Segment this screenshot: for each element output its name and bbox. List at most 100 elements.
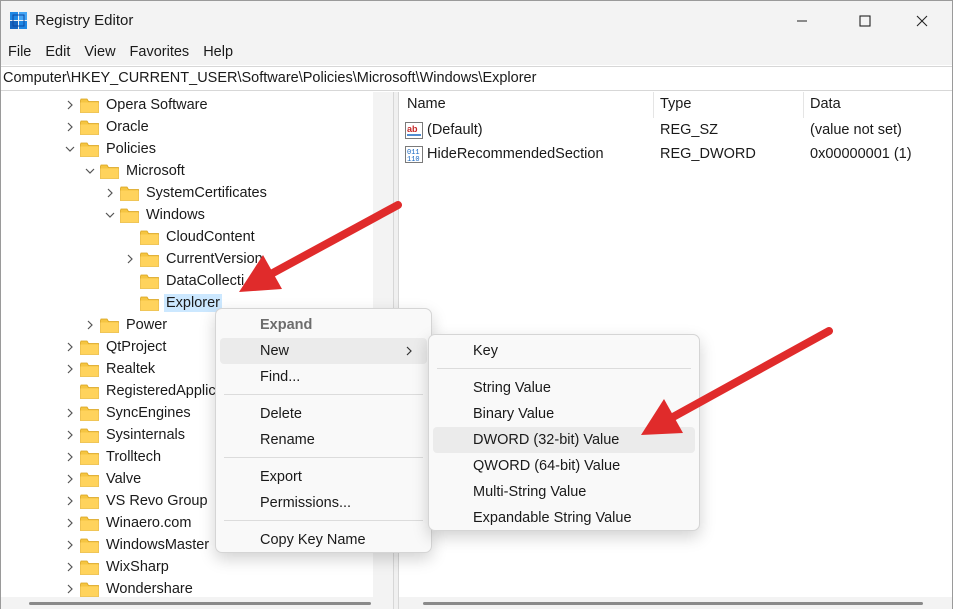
menu-item-new[interactable]: New bbox=[220, 338, 427, 364]
tree-item[interactable]: Policies bbox=[63, 138, 158, 160]
menu-item-permissions[interactable]: Permissions... bbox=[220, 490, 427, 516]
folder-icon bbox=[140, 252, 159, 267]
menu-item-delete[interactable]: Delete bbox=[220, 401, 427, 427]
address-path[interactable]: Computer\HKEY_CURRENT_USER\Software\Poli… bbox=[3, 70, 536, 86]
tree-item[interactable]: WindowsMaster bbox=[63, 534, 211, 556]
tree-item[interactable]: Trolltech bbox=[63, 446, 163, 468]
submenu-item-key[interactable]: Key bbox=[433, 338, 695, 364]
tree-item-label: WindowsMaster bbox=[106, 537, 210, 553]
tree-item[interactable]: DataCollecti bbox=[123, 270, 246, 292]
tree-item[interactable]: Oracle bbox=[63, 116, 151, 138]
column-header-type[interactable]: Type bbox=[660, 96, 691, 112]
submenu-item-qword-value[interactable]: QWORD (64-bit) Value bbox=[433, 453, 695, 479]
tree-expander[interactable] bbox=[63, 340, 77, 354]
tree-item[interactable]: Valve bbox=[63, 468, 143, 490]
tree-expander[interactable] bbox=[63, 472, 77, 486]
folder-icon-wrapper bbox=[80, 516, 104, 531]
tree-scroll-thumb[interactable] bbox=[29, 602, 371, 605]
chevron-right-icon bbox=[67, 342, 73, 352]
tree-item[interactable]: Wondershare bbox=[63, 578, 195, 597]
tree-expander[interactable] bbox=[63, 406, 77, 420]
menu-edit[interactable]: Edit bbox=[38, 41, 77, 65]
tree-item-label: Valve bbox=[106, 471, 142, 487]
tree-expander[interactable] bbox=[83, 318, 97, 332]
value-row-default[interactable]: ab (Default) REG_SZ (value not set) bbox=[399, 119, 952, 143]
tree-expander[interactable] bbox=[123, 252, 137, 266]
chevron-right-icon bbox=[67, 100, 73, 110]
tree-expander[interactable] bbox=[63, 120, 77, 134]
tree-item[interactable]: SystemCertificates bbox=[103, 182, 269, 204]
tree-expander[interactable] bbox=[103, 186, 117, 200]
menu-item-find[interactable]: Find... bbox=[220, 364, 427, 390]
folder-icon-wrapper bbox=[80, 98, 104, 113]
folder-icon-wrapper bbox=[140, 252, 164, 267]
column-divider[interactable] bbox=[803, 92, 804, 118]
values-scroll-thumb[interactable] bbox=[423, 602, 923, 605]
tree-item[interactable]: RegisteredApplic bbox=[63, 380, 218, 402]
tree-item[interactable]: WixSharp bbox=[63, 556, 171, 578]
close-button[interactable] bbox=[898, 1, 946, 41]
chevron-right-icon bbox=[67, 408, 73, 418]
submenu-item-expandable-string-value[interactable]: Expandable String Value bbox=[433, 505, 695, 531]
submenu-item-string-value[interactable]: String Value bbox=[433, 375, 695, 401]
column-header-data[interactable]: Data bbox=[810, 96, 841, 112]
column-divider[interactable] bbox=[653, 92, 654, 118]
submenu-item-dword-value[interactable]: DWORD (32-bit) Value bbox=[433, 427, 695, 453]
menu-favorites[interactable]: Favorites bbox=[123, 41, 197, 65]
chevron-right-icon bbox=[406, 346, 412, 356]
column-header-name[interactable]: Name bbox=[407, 96, 446, 112]
tree-expander[interactable] bbox=[63, 428, 77, 442]
tree-item[interactable]: VS Revo Group bbox=[63, 490, 210, 512]
tree-expander[interactable] bbox=[103, 208, 117, 222]
menu-file[interactable]: File bbox=[1, 41, 38, 65]
value-row-hiderecommendedsection[interactable]: 011 110 HideRecommendedSection REG_DWORD… bbox=[399, 143, 952, 167]
value-type: REG_DWORD bbox=[660, 146, 756, 162]
address-bar[interactable]: Computer\HKEY_CURRENT_USER\Software\Poli… bbox=[1, 66, 952, 91]
tree-expander[interactable] bbox=[63, 142, 77, 156]
tree-item[interactable]: Microsoft bbox=[83, 160, 187, 182]
minimize-button[interactable] bbox=[778, 1, 826, 41]
tree-expander[interactable] bbox=[63, 516, 77, 530]
folder-icon bbox=[80, 406, 99, 421]
tree-horizontal-scrollbar[interactable] bbox=[1, 597, 393, 609]
tree-item-label: Opera Software bbox=[106, 97, 208, 113]
menu-item-copy-key-name[interactable]: Copy Key Name bbox=[220, 527, 427, 553]
tree-item[interactable]: Opera Software bbox=[63, 94, 210, 116]
tree-item[interactable]: CurrentVersion bbox=[123, 248, 265, 270]
folder-icon-wrapper bbox=[80, 428, 104, 443]
tree-expander[interactable] bbox=[63, 538, 77, 552]
submenu-item-multi-string-value[interactable]: Multi-String Value bbox=[433, 479, 695, 505]
values-horizontal-scrollbar[interactable] bbox=[399, 597, 952, 609]
tree-item[interactable]: Explorer bbox=[123, 292, 222, 314]
tree-item-label: SystemCertificates bbox=[146, 185, 267, 201]
tree-item[interactable]: CloudContent bbox=[123, 226, 257, 248]
tree-item[interactable]: Windows bbox=[103, 204, 207, 226]
tree-expander[interactable] bbox=[63, 582, 77, 596]
tree-expander[interactable] bbox=[63, 98, 77, 112]
tree-item[interactable]: SyncEngines bbox=[63, 402, 193, 424]
maximize-button[interactable] bbox=[841, 1, 889, 41]
maximize-icon bbox=[859, 15, 871, 27]
tree-item[interactable]: Power bbox=[83, 314, 169, 336]
tree-item-label: Winaero.com bbox=[106, 515, 192, 531]
chevron-right-icon bbox=[67, 452, 73, 462]
menu-help[interactable]: Help bbox=[196, 41, 240, 65]
tree-expander[interactable] bbox=[63, 450, 77, 464]
tree-expander[interactable] bbox=[63, 362, 77, 376]
menu-item-export[interactable]: Export bbox=[220, 464, 427, 490]
chevron-right-icon bbox=[67, 364, 73, 374]
tree-expander[interactable] bbox=[83, 164, 97, 178]
svg-text:110: 110 bbox=[407, 156, 420, 163]
tree-item[interactable]: Sysinternals bbox=[63, 424, 187, 446]
value-data: 0x00000001 (1) bbox=[810, 146, 912, 162]
tree-expander[interactable] bbox=[63, 494, 77, 508]
menu-view[interactable]: View bbox=[77, 41, 122, 65]
tree-expander[interactable] bbox=[63, 560, 77, 574]
tree-item[interactable]: QtProject bbox=[63, 336, 168, 358]
submenu-item-binary-value[interactable]: Binary Value bbox=[433, 401, 695, 427]
tree-item[interactable]: Realtek bbox=[63, 358, 157, 380]
tree-item[interactable]: Winaero.com bbox=[63, 512, 193, 534]
menu-item-rename[interactable]: Rename bbox=[220, 427, 427, 453]
tree-item-label: RegisteredApplic bbox=[106, 383, 216, 399]
folder-icon bbox=[120, 186, 139, 201]
